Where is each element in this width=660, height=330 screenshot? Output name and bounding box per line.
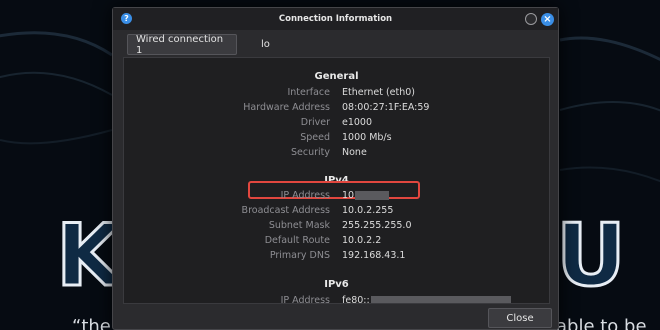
row-security: Security None: [124, 147, 549, 161]
value-hardware-address: 08:00:27:1F:EA:59: [342, 102, 430, 113]
row-speed: Speed 1000 Mb/s: [124, 132, 549, 146]
connection-tabs: Wired connection 1 lo: [122, 32, 547, 57]
label-speed: Speed: [300, 132, 330, 143]
label-subnet-mask: Subnet Mask: [268, 220, 330, 231]
window-title: Connection Information: [278, 14, 393, 24]
connection-info-dialog: ? Connection Information × Wired connect…: [112, 7, 559, 330]
row-default-route: Default Route 10.0.2.2: [124, 235, 549, 249]
label-hardware-address: Hardware Address: [243, 102, 330, 113]
value-interface: Ethernet (eth0): [342, 87, 415, 98]
titlebar: ? Connection Information ×: [113, 8, 558, 30]
redacted-block: [370, 296, 511, 303]
row-driver: Driver e1000: [124, 117, 549, 131]
value-ipv6-address: fe80::: [342, 295, 511, 304]
row-hardware-address: Hardware Address 08:00:27:1F:EA:59: [124, 102, 549, 116]
wallpaper-quote-left: “the: [72, 316, 111, 330]
row-ipv4-address: IP Address 10: [124, 190, 549, 204]
section-general-heading: General: [314, 71, 359, 82]
redacted-block: [355, 191, 390, 200]
value-broadcast-address: 10.0.2.255: [342, 205, 394, 216]
close-button[interactable]: Close: [488, 308, 552, 328]
label-ipv6-address: IP Address: [280, 295, 330, 304]
ipv6-address-text: fe80::: [342, 295, 370, 304]
label-driver: Driver: [300, 117, 330, 128]
tab-wired-connection-1[interactable]: Wired connection 1: [127, 34, 237, 56]
value-speed: 1000 Mb/s: [342, 132, 392, 143]
row-ipv6-address: IP Address fe80::: [124, 295, 549, 304]
value-ipv4-address: 10: [342, 190, 390, 201]
close-icon[interactable]: ×: [541, 13, 554, 26]
label-interface: Interface: [287, 87, 330, 98]
label-security: Security: [290, 147, 330, 158]
row-interface: Interface Ethernet (eth0): [124, 87, 549, 101]
label-default-route: Default Route: [264, 235, 330, 246]
info-panel: General Interface Ethernet (eth0) Hardwa…: [123, 57, 550, 304]
row-primary-dns: Primary DNS 192.168.43.1: [124, 250, 549, 264]
wallpaper-logo-right: U: [555, 205, 628, 308]
minimize-button[interactable]: [525, 13, 537, 25]
value-primary-dns: 192.168.43.1: [342, 250, 406, 261]
label-primary-dns: Primary DNS: [269, 250, 330, 261]
value-driver: e1000: [342, 117, 373, 128]
ipv4-address-text: 10: [342, 190, 355, 201]
tab-lo[interactable]: lo: [253, 34, 278, 55]
label-ipv4-address: IP Address: [280, 190, 330, 201]
section-ipv6-heading: IPv6: [324, 279, 349, 290]
wallpaper-quote-right: able to be: [556, 316, 647, 330]
value-subnet-mask: 255.255.255.0: [342, 220, 412, 231]
value-security: None: [342, 147, 367, 158]
label-broadcast-address: Broadcast Address: [241, 205, 330, 216]
value-default-route: 10.0.2.2: [342, 235, 382, 246]
row-broadcast-address: Broadcast Address 10.0.2.255: [124, 205, 549, 219]
help-icon[interactable]: ?: [121, 13, 132, 24]
row-subnet-mask: Subnet Mask 255.255.255.0: [124, 220, 549, 234]
